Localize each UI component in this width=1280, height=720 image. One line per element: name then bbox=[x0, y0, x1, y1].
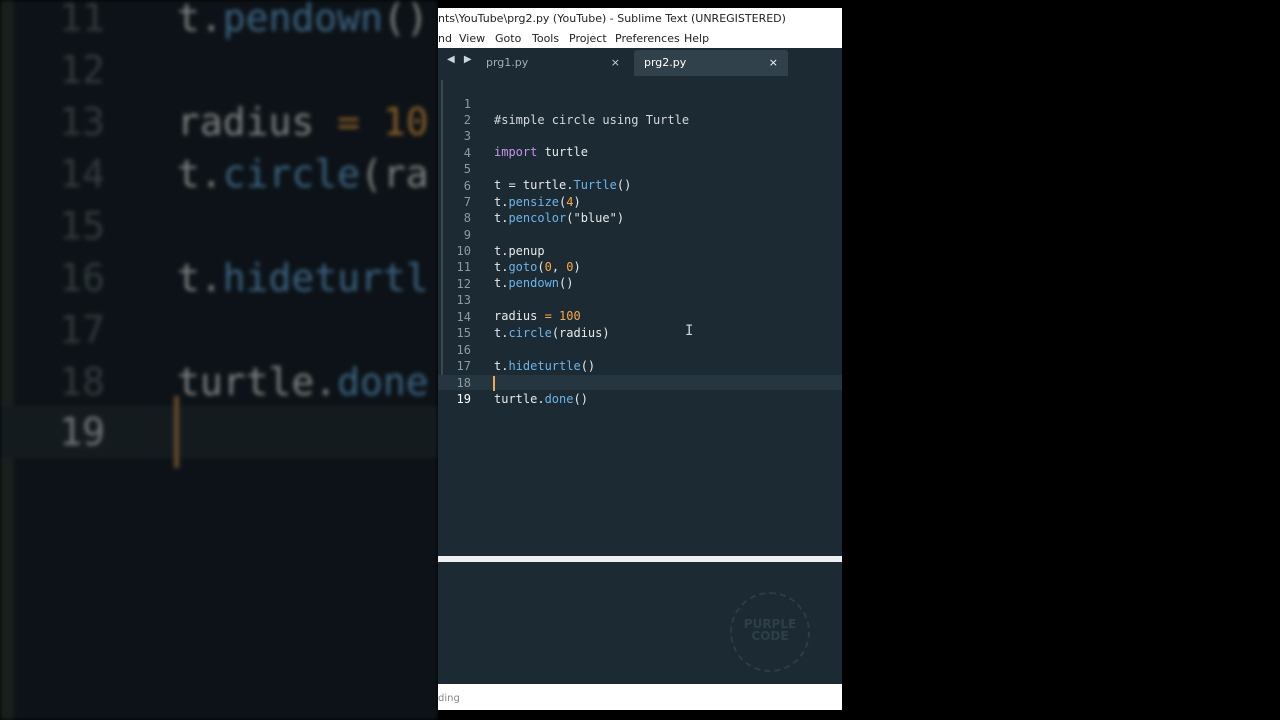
menu-bar: nd View Goto Tools Project Preferences H… bbox=[438, 30, 842, 48]
background-line: 18 turtle.done bbox=[59, 360, 429, 404]
code-editor[interactable]: 1 #simple circle using Turtle 2 3 import… bbox=[438, 76, 842, 556]
background-line: 16 t.hideturtl bbox=[59, 256, 429, 300]
status-bar: ding bbox=[438, 684, 842, 710]
tab-label: prg2.py bbox=[644, 56, 687, 69]
ibeam-cursor-icon: I bbox=[685, 323, 694, 339]
code-line[interactable]: 3 import turtle bbox=[438, 112, 842, 159]
tab-bar: ◀ ▶ prg1.py × prg2.py × bbox=[438, 48, 842, 76]
code-line[interactable]: 18 turtle.done() bbox=[438, 359, 842, 406]
code-line[interactable]: 12 bbox=[438, 260, 842, 291]
code-line[interactable]: 19 bbox=[438, 375, 842, 406]
status-text: ding bbox=[438, 693, 460, 704]
code-line[interactable]: 8 bbox=[438, 194, 842, 225]
window-bottom-edge bbox=[438, 710, 842, 720]
code-text: turtle.done() bbox=[494, 392, 588, 406]
code-line[interactable]: 17 bbox=[438, 342, 842, 373]
text-caret bbox=[493, 376, 495, 391]
line-number: 19 bbox=[456, 392, 471, 406]
right-letterbox bbox=[842, 0, 1280, 720]
code-line[interactable]: 4 bbox=[438, 129, 842, 160]
menu-item-preferences[interactable]: Preferences bbox=[615, 31, 680, 47]
code-line[interactable]: 16 t.hideturtle() bbox=[438, 326, 842, 373]
code-line[interactable]: 5 t = turtle.Turtle() bbox=[438, 145, 842, 192]
menu-item-view[interactable]: View bbox=[459, 31, 485, 47]
code-line[interactable]: 1 #simple circle using Turtle bbox=[438, 80, 842, 127]
background-line: 13 radius = 10 bbox=[59, 100, 429, 144]
background-line: 17 bbox=[59, 308, 105, 352]
background-zoom: 11 t.pendown() 12 13 radius = 10 14 t.circl… bbox=[0, 0, 438, 720]
tab-prg2[interactable]: prg2.py × bbox=[634, 50, 788, 76]
menu-item-tools[interactable]: Tools bbox=[532, 31, 559, 47]
tab-nav-arrows-icon[interactable]: ◀ ▶ bbox=[447, 54, 475, 65]
code-line[interactable]: 14 t.circle(radius) bbox=[438, 293, 842, 340]
sublime-window: nts\YouTube\prg2.py (YouTube) - Sublime … bbox=[438, 0, 842, 720]
menu-item-help[interactable]: Help bbox=[684, 31, 709, 47]
output-panel[interactable]: PURPLE CODE bbox=[438, 562, 842, 684]
close-icon[interactable]: × bbox=[611, 50, 620, 76]
menu-item-find[interactable]: nd bbox=[438, 31, 452, 47]
watermark-logo: PURPLE CODE bbox=[730, 592, 810, 672]
window-top-edge bbox=[438, 0, 842, 8]
code-line[interactable]: 6 t.pensize(4) bbox=[438, 162, 842, 209]
close-icon[interactable]: × bbox=[769, 50, 778, 76]
tab-label: prg1.py bbox=[486, 56, 529, 69]
menu-item-project[interactable]: Project bbox=[569, 31, 607, 47]
code-line[interactable]: 13 radius = 100 bbox=[438, 276, 842, 323]
background-line: 11 t.pendown() bbox=[59, 0, 429, 40]
background-line: 15 bbox=[59, 204, 105, 248]
code-line[interactable]: 7 t.pencolor("blue") bbox=[438, 178, 842, 225]
code-line[interactable]: 2 bbox=[438, 96, 842, 127]
background-line: 12 bbox=[59, 48, 105, 92]
code-line[interactable]: 9 t.penup bbox=[438, 211, 842, 258]
code-line[interactable]: 11 t.pendown() bbox=[438, 243, 842, 290]
background-caret bbox=[174, 396, 179, 468]
window-title: nts\YouTube\prg2.py (YouTube) - Sublime … bbox=[438, 8, 842, 30]
code-line[interactable]: 15 bbox=[438, 309, 842, 340]
background-line: 19 bbox=[59, 410, 105, 454]
menu-item-goto[interactable]: Goto bbox=[495, 31, 521, 47]
background-line: 14 t.circle(ra bbox=[59, 152, 429, 196]
code-line[interactable]: 10 t.goto(0, 0) bbox=[438, 227, 842, 274]
tab-prg1[interactable]: prg1.py × bbox=[476, 50, 630, 76]
